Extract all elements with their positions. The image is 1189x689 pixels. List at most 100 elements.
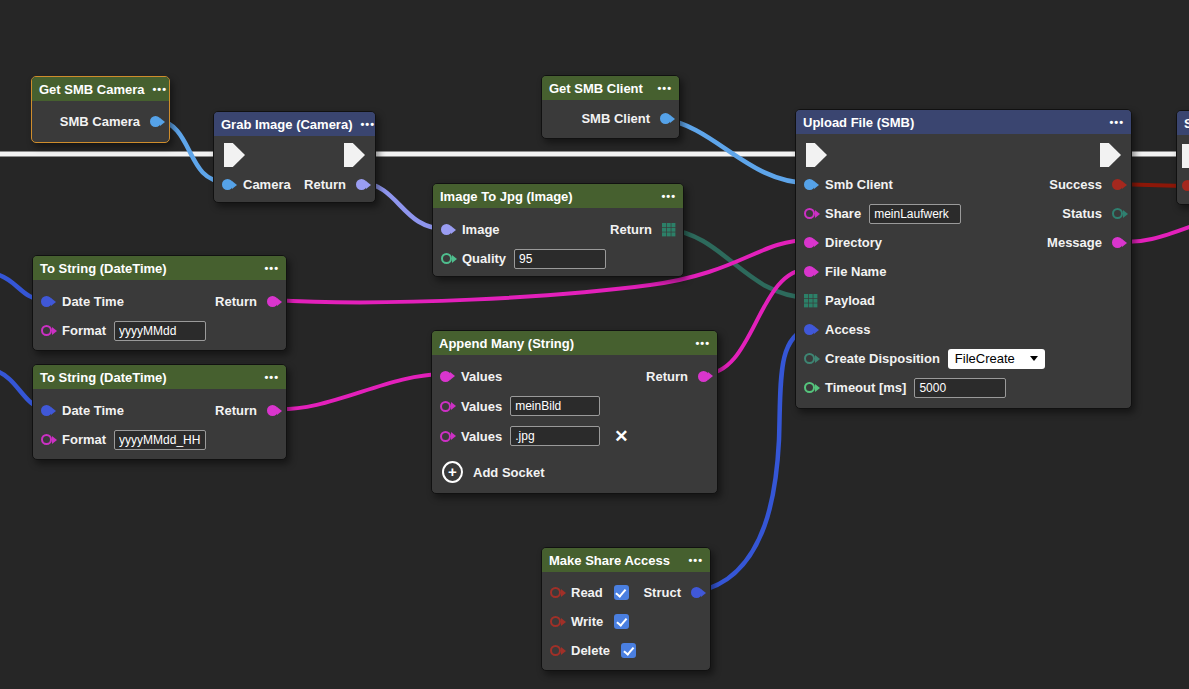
wire-jpgreturn-to-payload[interactable] — [667, 229, 809, 298]
input-pin-values-2[interactable] — [440, 431, 451, 442]
output-pin-struct[interactable] — [691, 587, 702, 598]
menu-icon[interactable]: ••• — [661, 190, 676, 202]
input-pin-payload-grid[interactable] — [804, 294, 817, 307]
output-pin-success[interactable] — [1112, 179, 1123, 190]
row-quality: Quality — [433, 244, 683, 273]
output-pin-return[interactable] — [356, 179, 367, 190]
node-graph-canvas[interactable]: Get SMB Camera ••• SMB Camera Grab Image… — [0, 0, 1189, 689]
node-header[interactable]: To String (DateTime) ••• — [33, 365, 286, 389]
output-label: Return — [646, 369, 688, 384]
quality-input[interactable] — [514, 249, 606, 269]
output-label: Struct — [643, 585, 681, 600]
read-checkbox[interactable] — [614, 585, 629, 600]
node-header[interactable]: Append Many (String) ••• — [432, 331, 717, 355]
menu-icon[interactable]: ••• — [657, 82, 672, 94]
exec-in-pin[interactable] — [806, 143, 827, 167]
input-pin-quality[interactable] — [441, 253, 452, 264]
create-disposition-select[interactable]: FileCreate — [948, 349, 1045, 369]
output-pin-return-grid[interactable] — [662, 223, 675, 236]
input-pin-read[interactable] — [550, 587, 561, 598]
menu-icon[interactable]: ••• — [688, 554, 703, 566]
menu-icon[interactable]: ••• — [264, 371, 279, 383]
node-header[interactable]: Get SMB Client ••• — [542, 76, 679, 100]
exec-row — [1177, 141, 1189, 171]
output-label: Return — [215, 294, 257, 309]
output-row-smb-client: SMB Client — [542, 104, 679, 133]
input-pin-date-time[interactable] — [41, 405, 52, 416]
exec-in-pin[interactable] — [224, 143, 245, 167]
menu-icon[interactable]: ••• — [695, 337, 710, 349]
input-pin-timeout[interactable] — [804, 382, 815, 393]
menu-icon[interactable]: ••• — [1109, 116, 1124, 128]
node-header[interactable]: To String (DateTime) ••• — [33, 256, 286, 280]
exec-row — [796, 140, 1131, 170]
output-pin-smb-camera[interactable] — [150, 116, 161, 127]
input-pin-values-1[interactable] — [440, 401, 451, 412]
input-pin-delete[interactable] — [550, 645, 561, 656]
format-input[interactable] — [114, 430, 206, 450]
write-checkbox[interactable] — [614, 614, 629, 629]
menu-icon[interactable]: ••• — [361, 118, 376, 130]
row-add-socket[interactable]: + Add Socket — [432, 457, 717, 487]
input-pin-write[interactable] — [550, 616, 561, 627]
input-pin[interactable] — [1182, 180, 1189, 191]
node-get-smb-camera[interactable]: Get SMB Camera ••• SMB Camera — [31, 76, 170, 143]
node-upload-file[interactable]: Upload File (SMB) ••• Smb Client Success… — [795, 109, 1132, 409]
wire-tostring2-to-values[interactable] — [272, 374, 445, 409]
input-pin-share[interactable] — [804, 208, 815, 219]
input-pin-date-time[interactable] — [41, 296, 52, 307]
node-header[interactable]: Grab Image (Camera) ••• — [214, 112, 375, 136]
input-pin-smb-client[interactable] — [804, 179, 815, 190]
node-get-smb-client[interactable]: Get SMB Client ••• SMB Client — [541, 75, 680, 139]
exec-out-pin[interactable] — [1100, 143, 1121, 167]
node-header[interactable]: Get SMB Camera ••• — [32, 77, 169, 101]
share-input[interactable] — [869, 204, 961, 224]
node-image-to-jpg[interactable]: Image To Jpg (Image) ••• Image Return Qu… — [432, 183, 684, 277]
output-pin-return[interactable] — [698, 371, 709, 382]
node-partial-right[interactable]: S — [1176, 110, 1189, 205]
input-label: Format — [62, 323, 106, 338]
add-socket-label[interactable]: Add Socket — [473, 465, 545, 480]
menu-icon[interactable]: ••• — [264, 262, 279, 274]
wire-appendreturn-to-filename[interactable] — [703, 269, 809, 374]
values-2-input[interactable] — [510, 426, 600, 446]
row-datetime-return: Date Time Return — [33, 396, 286, 425]
input-pin-format[interactable] — [41, 325, 52, 336]
input-pin-values[interactable] — [440, 371, 451, 382]
add-socket-icon[interactable]: + — [442, 461, 463, 483]
node-grab-image[interactable]: Grab Image (Camera) ••• Camera Return — [213, 111, 376, 203]
input-pin-file-name[interactable] — [804, 266, 815, 277]
exec-out-pin[interactable] — [344, 143, 365, 167]
format-input[interactable] — [114, 321, 206, 341]
remove-socket-icon[interactable]: ✕ — [614, 428, 628, 445]
node-header[interactable]: Upload File (SMB) ••• — [796, 110, 1131, 134]
node-body: SMB Client — [542, 100, 679, 138]
output-pin-return[interactable] — [267, 296, 278, 307]
values-1-input[interactable] — [510, 396, 600, 416]
node-make-share-access[interactable]: Make Share Access ••• Read Struct Write … — [541, 547, 711, 671]
input-pin-access[interactable] — [804, 324, 815, 335]
node-header[interactable]: Image To Jpg (Image) ••• — [433, 184, 683, 208]
output-pin-message[interactable] — [1112, 237, 1123, 248]
input-pin-directory[interactable] — [804, 237, 815, 248]
exec-in-pin[interactable] — [1182, 144, 1189, 168]
input-label: Access — [825, 322, 871, 337]
delete-checkbox[interactable] — [621, 643, 636, 658]
output-pin-smb-client[interactable] — [660, 113, 671, 124]
input-pin-image[interactable] — [441, 224, 452, 235]
input-pin-format[interactable] — [41, 434, 52, 445]
input-pin-create-disposition[interactable] — [804, 353, 815, 364]
output-pin-status[interactable] — [1112, 208, 1123, 219]
node-to-string-1[interactable]: To String (DateTime) ••• Date Time Retur… — [32, 255, 287, 351]
input-label: Values — [461, 429, 502, 444]
node-to-string-2[interactable]: To String (DateTime) ••• Date Time Retur… — [32, 364, 287, 460]
node-append-many[interactable]: Append Many (String) ••• Values Return V… — [431, 330, 718, 494]
node-header[interactable]: S — [1177, 111, 1189, 135]
timeout-input[interactable] — [914, 378, 1006, 398]
node-header[interactable]: Make Share Access ••• — [542, 548, 710, 572]
output-pin-return[interactable] — [267, 405, 278, 416]
input-pin-camera[interactable] — [222, 179, 233, 190]
menu-icon[interactable]: ••• — [152, 83, 167, 95]
input-label: Directory — [825, 235, 882, 250]
wire-smbclient-to-smbclient[interactable] — [663, 119, 809, 183]
